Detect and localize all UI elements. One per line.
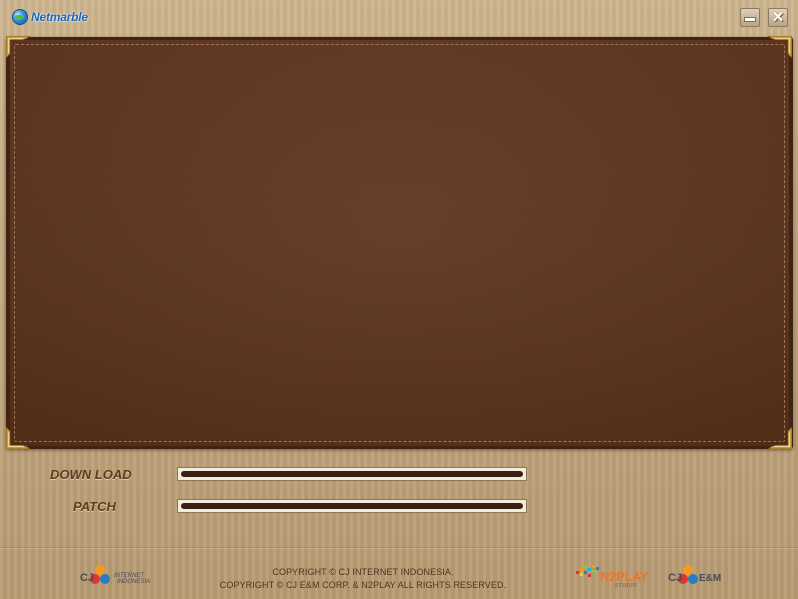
logo-text: Netmarble: [31, 10, 88, 24]
minimize-icon: [744, 17, 756, 22]
n2play-studio: STUDIO: [615, 583, 637, 589]
cj-internet-sub2: INDONESIA: [117, 579, 151, 585]
patch-progress-track: [181, 503, 523, 509]
download-progress-track: [181, 471, 523, 477]
cj-enm-word: CJ: [668, 572, 683, 584]
cj-enm-sub: E&M: [699, 573, 722, 584]
content-panel: [6, 37, 793, 449]
n2play-word: N2PLAY: [600, 569, 649, 584]
copyright-line-2: COPYRIGHT © CJ E&M CORP. & N2PLAY ALL RI…: [219, 580, 507, 590]
netmarble-logo: Netmarble: [12, 8, 88, 26]
patch-label: PATCH: [73, 499, 116, 514]
download-label: DOWN LOAD: [50, 467, 132, 482]
netmarble-globe-icon: [12, 9, 28, 25]
download-progress-bar: [177, 467, 527, 481]
panel-stitching: [14, 44, 785, 442]
leather-background: [10, 40, 789, 446]
corner-ornament-icon: [768, 36, 792, 58]
corner-ornament-icon: [6, 36, 30, 58]
minimize-button[interactable]: [740, 8, 760, 27]
close-button[interactable]: ✕: [768, 8, 788, 27]
cj-internet-word: CJ: [80, 572, 95, 584]
corner-ornament-icon: [768, 427, 792, 449]
corner-ornament-icon: [6, 427, 30, 449]
copyright-line-1: COPYRIGHT © CJ INTERNET INDONESIA.: [272, 567, 454, 577]
footer-divider: [0, 547, 798, 549]
close-icon: ✕: [771, 9, 785, 26]
patch-progress-bar: [177, 499, 527, 513]
